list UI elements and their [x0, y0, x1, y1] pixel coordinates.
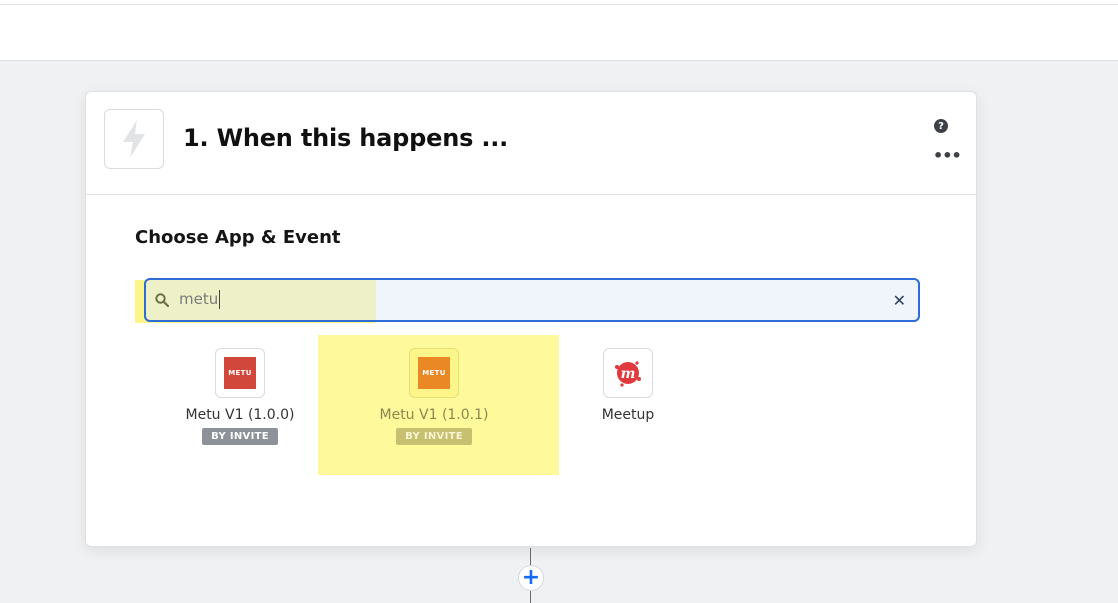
metu-logo-icon: METU [215, 348, 265, 398]
metu-logo-mark: METU [224, 357, 256, 389]
invite-badge: BY INVITE [396, 428, 472, 445]
meetup-logo-mark: m [615, 361, 641, 387]
meetup-logo-icon: m [603, 348, 653, 398]
close-icon[interactable]: ✕ [893, 291, 906, 310]
ellipsis-icon[interactable]: ••• [933, 148, 962, 164]
trigger-step-card: 1. When this happens ... ? ••• Choose Ap… [85, 91, 977, 547]
app-result-metu-v1-100[interactable]: METU Metu V1 (1.0.0) BY INVITE [155, 348, 325, 445]
app-result-metu-v1-101[interactable]: METU Metu V1 (1.0.1) BY INVITE [349, 348, 519, 445]
invite-badge: BY INVITE [202, 428, 278, 445]
top-divider [0, 4, 1118, 5]
step-header: 1. When this happens ... ? ••• [86, 92, 976, 195]
app-name: Meetup [601, 407, 655, 423]
top-bar [0, 0, 1118, 61]
svg-text:m: m [621, 366, 636, 382]
section-title: Choose App & Event [135, 227, 341, 248]
search-value[interactable]: metu [179, 290, 221, 309]
app-name: Metu V1 (1.0.1) [379, 407, 489, 423]
search-icon [155, 293, 169, 307]
app-result-meetup[interactable]: m Meetup [543, 348, 713, 423]
metu-logo-icon: METU [409, 348, 459, 398]
plus-icon[interactable]: + [518, 565, 544, 591]
lightning-bolt-icon [123, 120, 145, 158]
step-title: 1. When this happens ... [183, 124, 509, 152]
trigger-app-icon[interactable] [104, 109, 164, 169]
metu-logo-mark: METU [418, 357, 450, 389]
app-name: Metu V1 (1.0.0) [185, 407, 295, 423]
question-circle-icon[interactable]: ? [934, 119, 948, 133]
app-search-input[interactable]: metu ✕ [144, 278, 920, 322]
